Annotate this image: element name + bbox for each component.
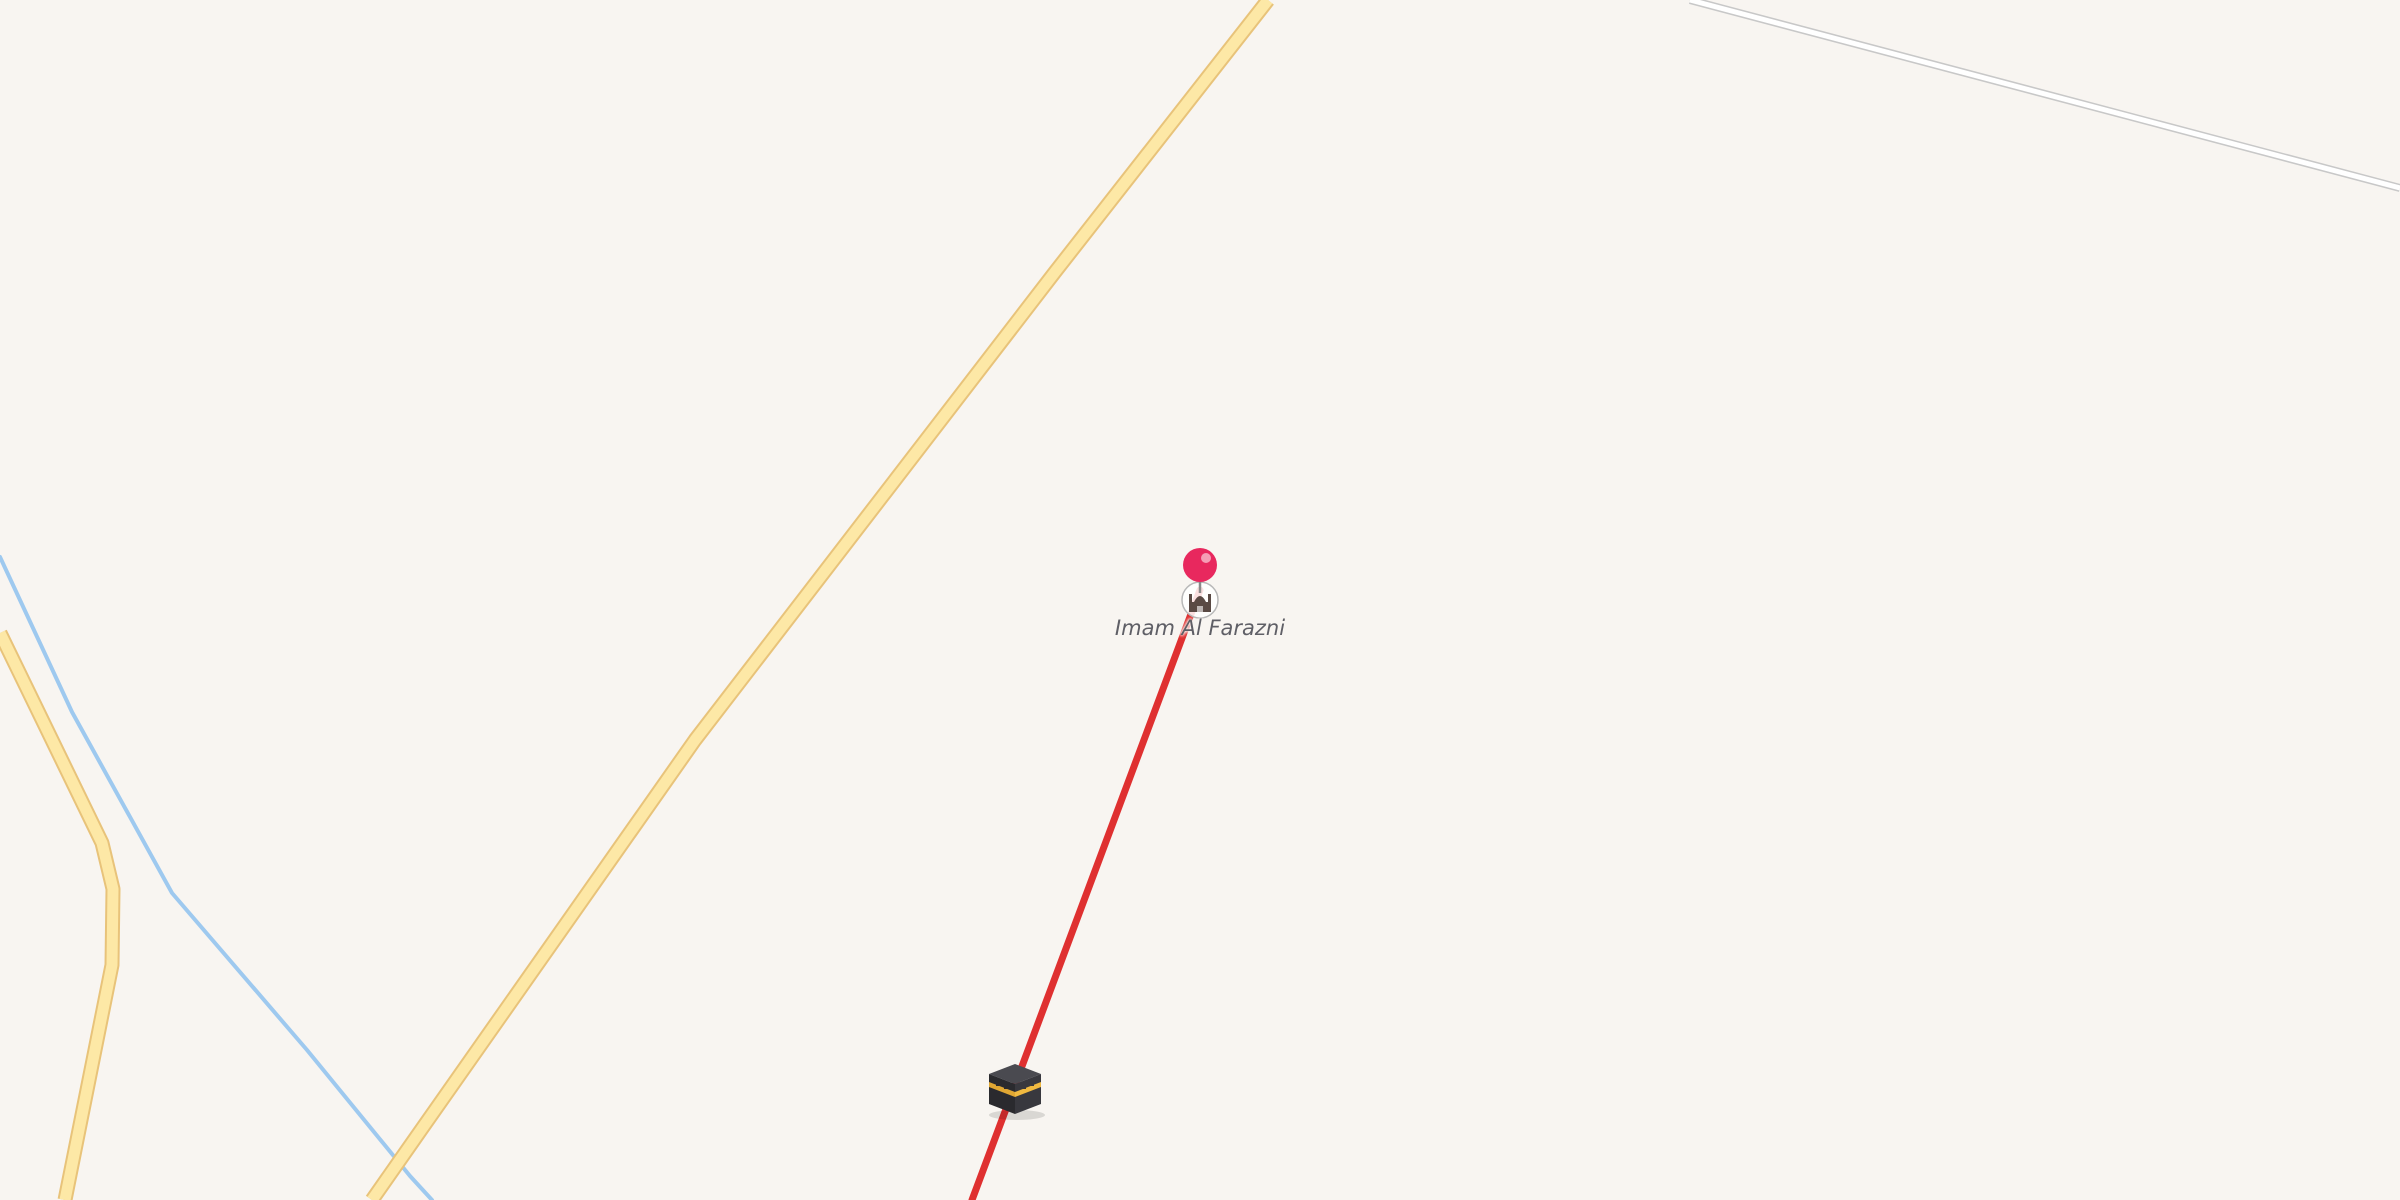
secondary-road-left <box>0 629 121 1200</box>
map-layer <box>0 0 2400 1200</box>
kaaba-icon[interactable] <box>989 1064 1045 1120</box>
minor-road-top-right <box>1688 0 2400 192</box>
map-canvas[interactable]: Imam Al Farazni <box>0 0 2400 1200</box>
waterway <box>0 555 434 1200</box>
main-road-diagonal <box>365 0 1274 1200</box>
